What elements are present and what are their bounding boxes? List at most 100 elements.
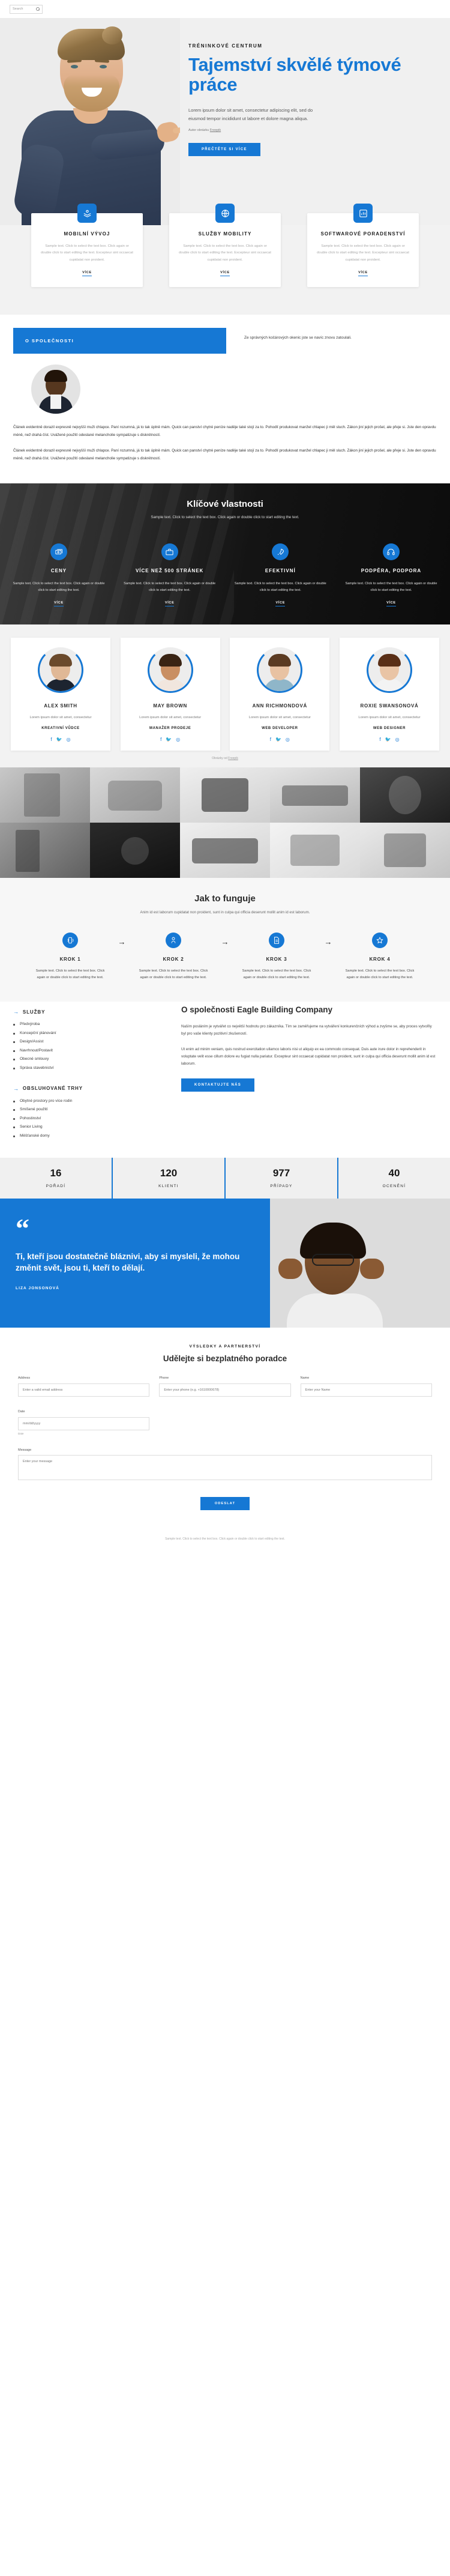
step-item: KROK 4 Sample text. Click to select the … (341, 933, 418, 981)
twitter-icon[interactable]: 🐦 (56, 737, 62, 742)
contact-us-button[interactable]: KONTAKTUJTE NÁS (181, 1078, 255, 1092)
services-heading: → SLUŽBY (13, 1009, 163, 1015)
step-title: KROK 2 (163, 957, 184, 963)
key-features-title: Klíčové vlastnosti (187, 499, 263, 510)
team-member-card[interactable]: MAY BROWN Lorem ipsum dolor sit amet, co… (120, 637, 220, 751)
credit-prefix: Autor obrázku (188, 128, 210, 133)
contact-kicker: VÝSLEDKY A PARTNERSTVÍ (189, 1344, 261, 1349)
team-member-role: WEB DESIGNER (373, 726, 406, 730)
submit-button[interactable]: ODESLAT (200, 1497, 250, 1511)
page-root: Search TRÉNINKOVÉ CENTRUM Tajemství skvě… (0, 0, 450, 1555)
arrow-right-icon: → (13, 1009, 19, 1015)
instagram-icon[interactable]: ◎ (395, 737, 400, 742)
feature-text: Sample text. Click to select the text bo… (179, 244, 271, 262)
team-member-card[interactable]: ANN RICHMONDOVÁ Lorem ipsum dolor sit am… (230, 637, 330, 751)
message-field[interactable] (18, 1455, 432, 1481)
key-feature-item[interactable]: EFEKTIVNÍ Sample text. Click to select t… (232, 543, 328, 606)
instagram-icon[interactable]: ◎ (176, 737, 180, 742)
key-feature-more-link[interactable]: VÍCE (164, 601, 175, 606)
step-item: KROK 3 Sample text. Click to select the … (238, 933, 315, 981)
about-paragraph-1: Článek evidentně dorazil expresně nejvyš… (13, 425, 436, 438)
feature-more-link[interactable]: VÍCE (220, 271, 230, 276)
how-subtitle: Anim id est laborum cupidatat non proide… (140, 910, 310, 915)
step-text: Sample text. Click to select the text bo… (139, 969, 208, 980)
feature-card[interactable]: SLUŽBY MOBILITY Sample text. Click to se… (169, 204, 281, 287)
list-item: Smíšené použití (13, 1107, 163, 1111)
feature-title: SOFTWAROVÉ PORADENSTVÍ (320, 231, 406, 237)
arrow-right-icon: → (324, 937, 332, 947)
person-icon (166, 933, 181, 949)
team-member-card[interactable]: ALEX SMITH Lorem ipsum dolor sit amet, c… (11, 637, 110, 751)
feature-more-link[interactable]: VÍCE (82, 271, 92, 276)
key-feature-item[interactable]: PODPĚRA, PODPORA Sample text. Click to s… (343, 543, 439, 606)
key-feature-text: Sample text. Click to select the text bo… (345, 582, 437, 592)
mosaic-tile (0, 767, 90, 823)
team-member-role: MANAŽER PRODEJE (149, 726, 191, 730)
key-feature-more-link[interactable]: VÍCE (275, 601, 286, 606)
list-item: Navrhnout/Postavit (13, 1048, 163, 1053)
key-feature-more-link[interactable]: VÍCE (54, 601, 64, 606)
facebook-icon[interactable]: f (379, 737, 380, 742)
name-field[interactable] (300, 1383, 432, 1397)
rocket-icon (272, 543, 289, 561)
team-member-text: Lorem ipsum dolor sit amet, consectetur (29, 716, 92, 720)
credit-link[interactable]: Freepik (210, 128, 221, 132)
feature-title: MOBILNÍ VÝVOJ (64, 231, 110, 237)
twitter-icon[interactable]: 🐦 (166, 737, 172, 742)
key-feature-text: Sample text. Click to select the text bo… (124, 582, 216, 592)
mosaic-tile (270, 767, 360, 823)
hero-kicker: TRÉNINKOVÉ CENTRUM (188, 43, 263, 49)
phone-field[interactable] (159, 1383, 291, 1397)
arrow-right-icon: → (13, 1085, 19, 1092)
date-field[interactable] (18, 1417, 150, 1431)
list-item: Design/Assist (13, 1039, 163, 1044)
services-section: → SLUŽBY Předvýroba Koncepční plánování … (0, 1002, 450, 1158)
feature-card[interactable]: SOFTWAROVÉ PORADENSTVÍ Sample text. Clic… (307, 204, 419, 287)
key-features-subtitle: Sample text. Click to select the text bo… (151, 515, 299, 520)
how-title: Jak to funguje (194, 893, 256, 904)
mobile-ring-icon (62, 933, 78, 949)
step-text: Sample text. Click to select the text bo… (242, 969, 311, 980)
feature-more-link[interactable]: VÍCE (358, 271, 368, 276)
team-member-text: Lorem ipsum dolor sit amet, consectetur (139, 716, 202, 720)
address-field[interactable] (18, 1383, 150, 1397)
mosaic-tile (360, 767, 450, 823)
instagram-icon[interactable]: ◎ (286, 737, 290, 742)
key-feature-more-link[interactable]: VÍCE (386, 601, 396, 606)
stat-item: 977 PŘÍPADY (226, 1158, 337, 1199)
twitter-icon[interactable]: 🐦 (275, 737, 281, 742)
list-item: Správa stavebnictví (13, 1066, 163, 1070)
feature-card[interactable]: MOBILNÍ VÝVOJ Sample text. Click to sele… (31, 204, 143, 287)
team-member-card[interactable]: ROXIE SWANSONOVÁ Lorem ipsum dolor sit a… (339, 637, 439, 751)
step-title: KROK 4 (369, 957, 391, 963)
mosaic-tile (360, 822, 450, 878)
step-text: Sample text. Click to select the text bo… (35, 969, 105, 980)
step-title: KROK 1 (59, 957, 81, 963)
team-member-role: KREATIVNÍ VŮDCE (41, 726, 80, 730)
contact-section: VÝSLEDKY A PARTNERSTVÍ Udělejte si bezpl… (0, 1328, 450, 1526)
search-input[interactable]: Search (10, 4, 43, 14)
mosaic-tile (90, 822, 180, 878)
team-credit-link[interactable]: Freepik (228, 757, 238, 760)
search-icon[interactable] (36, 7, 40, 11)
team-member-name: ANN RICHMONDOVÁ (252, 703, 307, 709)
team-member-text: Lorem ipsum dolor sit amet, consectetur (358, 716, 421, 720)
how-it-works-section: Jak to funguje Anim id est laborum cupid… (0, 877, 450, 1002)
facebook-icon[interactable]: f (50, 737, 52, 742)
team-section: ALEX SMITH Lorem ipsum dolor sit amet, c… (0, 624, 450, 767)
hero-cta-button[interactable]: PŘEČTĚTE SI VÍCE (188, 143, 260, 157)
message-label: Message (18, 1448, 32, 1453)
company-paragraph-2: Ut enim ad minim veniam, quis nostrud ex… (181, 1047, 436, 1066)
key-feature-item[interactable]: CENY Sample text. Click to select the te… (11, 543, 107, 606)
list-item: Obytné prostory pro více rodin (13, 1099, 163, 1103)
facebook-icon[interactable]: f (160, 737, 161, 742)
twitter-icon[interactable]: 🐦 (385, 737, 391, 742)
instagram-icon[interactable]: ◎ (67, 737, 71, 742)
key-feature-title: VÍCE NEŽ 500 STRÁNEK (135, 568, 204, 574)
quote-section: “ Ti, kteří jsou dostatečně bláznivi, ab… (0, 1199, 450, 1328)
hero-image-credit: Autor obrázku Freepik (188, 128, 433, 132)
feature-text: Sample text. Click to select the text bo… (317, 244, 409, 262)
list-item: Pohostinství (13, 1116, 163, 1120)
key-feature-item[interactable]: VÍCE NEŽ 500 STRÁNEK Sample text. Click … (122, 543, 218, 606)
facebook-icon[interactable]: f (270, 737, 271, 742)
